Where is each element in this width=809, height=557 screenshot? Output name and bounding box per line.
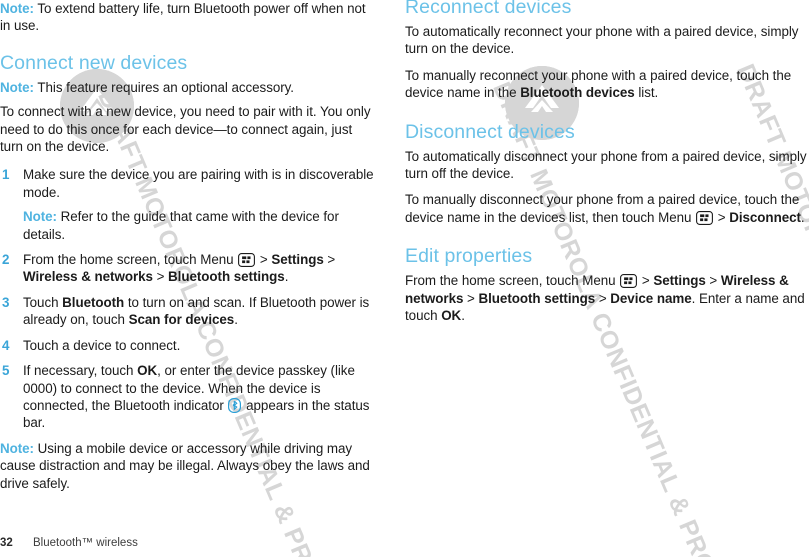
list-item: 3 Touch Bluetooth to turn on and scan. If… bbox=[0, 294, 378, 329]
step-bold: Bluetooth settings bbox=[168, 269, 285, 285]
paragraph-text: . bbox=[461, 308, 465, 324]
bluetooth-indicator-icon bbox=[228, 397, 242, 413]
paragraph-text: list. bbox=[634, 85, 659, 101]
menu-icon bbox=[238, 253, 256, 268]
paragraph-auto-disconnect: To automatically disconnect your phone f… bbox=[405, 148, 807, 182]
note-text: Refer to the guide that came with the de… bbox=[23, 209, 339, 242]
paragraph-bold: Bluetooth settings bbox=[478, 290, 596, 306]
step-text: > bbox=[323, 252, 336, 268]
menu-icon bbox=[696, 210, 714, 225]
step-number: 4 bbox=[2, 337, 10, 353]
steps-list: 1 Make sure the device you are pairing wi… bbox=[0, 166, 378, 431]
paragraph-text: From the home screen, touch Menu bbox=[405, 273, 620, 289]
list-item: 5 If necessary, touch OK, or enter the de… bbox=[0, 362, 378, 432]
paragraph-bold: Disconnect bbox=[729, 209, 801, 225]
paragraph-bold: Device name bbox=[610, 290, 692, 306]
step-bold: Settings bbox=[271, 252, 324, 268]
step-bold: Bluetooth bbox=[62, 294, 125, 310]
note-text: This feature requires an optional access… bbox=[33, 79, 294, 95]
step-number: 5 bbox=[2, 363, 10, 379]
step-note: Note: Refer to the guide that came with … bbox=[23, 208, 378, 243]
note-driving-safety: Note: Using a mobile device or accessory… bbox=[0, 440, 378, 492]
note-label: Note: bbox=[0, 1, 34, 16]
paragraph-text: > bbox=[463, 290, 479, 306]
note-text: To extend battery life, turn Bluetooth p… bbox=[0, 1, 366, 34]
heading-edit-properties: Edit properties bbox=[405, 245, 533, 268]
step-text: Make sure the device you are pairing wit… bbox=[23, 167, 374, 200]
menu-icon bbox=[620, 274, 638, 289]
step-text: Touch a device to connect. bbox=[23, 337, 181, 353]
note-label: Note: bbox=[0, 440, 34, 456]
note-label: Note: bbox=[0, 79, 34, 95]
note-optional-accessory: Note: This feature requires an optional … bbox=[0, 79, 378, 96]
paragraph-bold: Settings bbox=[653, 273, 706, 289]
heading-disconnect-devices: Disconnect devices bbox=[405, 120, 575, 143]
step-number: 3 bbox=[2, 294, 10, 310]
step-bold: Wireless & networks bbox=[23, 269, 153, 285]
step-text: . bbox=[284, 269, 289, 285]
note-text: Using a mobile device or accessory while… bbox=[0, 440, 370, 491]
paragraph-auto-reconnect: To automatically reconnect your phone wi… bbox=[405, 24, 799, 57]
paragraph-manual-reconnect: To manually reconnect your phone with a … bbox=[405, 67, 809, 102]
heading-connect-new-devices: Connect new devices bbox=[0, 51, 188, 74]
paragraph-text: > bbox=[705, 273, 721, 289]
step-text: From the home screen, touch Menu bbox=[23, 252, 238, 268]
paragraph-pairing-intro: To connect with a new device, you need t… bbox=[0, 104, 371, 155]
list-item: 4 Touch a device to connect. bbox=[0, 337, 378, 354]
page-content: Note: To extend battery life, turn Bluet… bbox=[0, 0, 809, 557]
step-bold: Scan for devices bbox=[128, 312, 235, 328]
paragraph-text: > bbox=[595, 290, 611, 306]
chapter-title: Bluetooth™ wireless bbox=[33, 537, 138, 549]
step-text: Touch bbox=[23, 294, 63, 310]
left-column: Note: To extend battery life, turn Bluet… bbox=[0, 0, 378, 501]
step-text: If necessary, touch bbox=[23, 363, 138, 379]
step-text: > bbox=[256, 252, 272, 268]
list-item: 2 From the home screen, touch Menu > Sett… bbox=[0, 251, 378, 286]
step-number: 2 bbox=[2, 252, 10, 268]
step-text: . bbox=[234, 312, 238, 328]
paragraph-text: . bbox=[800, 209, 805, 225]
paragraph-bold: OK bbox=[441, 308, 462, 324]
paragraph-bold: Bluetooth devices bbox=[520, 85, 635, 101]
right-column: Reconnect devices To automatically recon… bbox=[405, 0, 809, 333]
step-text: > bbox=[152, 269, 169, 285]
paragraph-edit-properties: From the home screen, touch Menu > Setti… bbox=[405, 272, 809, 324]
step-bold: OK bbox=[137, 363, 158, 379]
step-number: 1 bbox=[2, 167, 10, 183]
heading-reconnect-devices: Reconnect devices bbox=[405, 0, 572, 18]
note-label: Note: bbox=[23, 209, 57, 225]
note-battery-life: Note: To extend battery life, turn Bluet… bbox=[0, 0, 378, 35]
paragraph-text: > bbox=[638, 273, 654, 289]
page-footer: 32 Bluetooth™ wireless bbox=[0, 537, 404, 549]
list-item: 1 Make sure the device you are pairing wi… bbox=[0, 166, 378, 243]
page-number: 32 bbox=[0, 537, 13, 549]
paragraph-manual-disconnect: To manually disconnect your phone from a… bbox=[405, 191, 809, 226]
paragraph-text: > bbox=[714, 209, 730, 225]
